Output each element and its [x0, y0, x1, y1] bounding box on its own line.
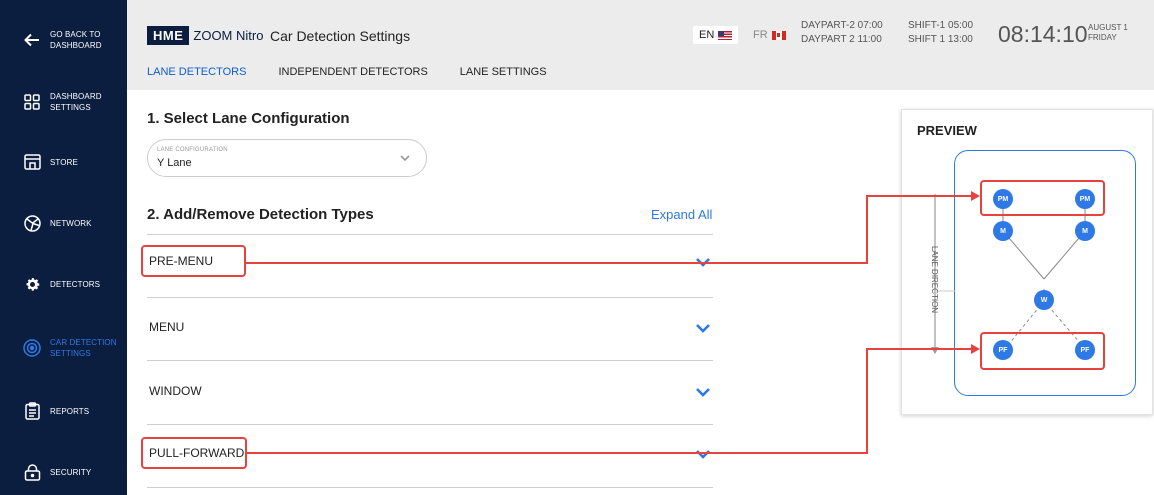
divider — [147, 487, 713, 488]
detection-type-row-menu[interactable]: MENU — [147, 316, 713, 340]
shift-line-1: SHIFT-1 05:00 — [908, 20, 974, 31]
daypart-line-1: DAYPART-2 07:00 — [801, 20, 883, 31]
language-fr-label: FR — [753, 29, 768, 41]
sidebar-item-reports[interactable]: REPORTS — [0, 399, 127, 423]
divider — [147, 297, 713, 298]
shift-schedule: SHIFT-1 05:00 SHIFT 1 13:00 — [908, 19, 973, 47]
clipboard-icon — [22, 401, 42, 421]
sidebar-item-label: DASHBOARD SETTINGS — [50, 92, 102, 112]
zoom-nitro-logo-text: ZOOM Nitro — [193, 28, 264, 43]
detection-type-label: MENU — [149, 320, 185, 334]
node-menu-1: M — [993, 221, 1013, 241]
us-flag-icon — [718, 30, 733, 40]
divider — [147, 234, 713, 235]
dashboard-grid-icon — [22, 92, 42, 112]
daypart-schedule: DAYPART-2 07:00 DAYPART 2 11:00 — [801, 19, 883, 47]
chevron-down-icon[interactable] — [694, 444, 712, 462]
sidebar-item-label: REPORTS — [50, 406, 90, 416]
detection-type-label: WINDOW — [149, 384, 202, 398]
hme-logo-badge: HME — [147, 26, 190, 45]
chevron-down-icon — [398, 151, 412, 165]
language-en-label: EN — [699, 29, 715, 41]
language-fr-button[interactable]: FR — [753, 29, 786, 41]
header: HME ZOOM Nitro Car Detection Settings LA… — [127, 0, 1154, 90]
chevron-down-icon[interactable] — [694, 252, 712, 270]
tab-lane-settings[interactable]: LANE SETTINGS — [460, 66, 547, 84]
language-en-button[interactable]: EN — [693, 26, 739, 44]
divider — [147, 424, 713, 425]
store-icon — [22, 152, 42, 172]
sidebar-item-security[interactable]: SECURITY — [0, 460, 127, 484]
canada-flag-icon — [771, 30, 786, 40]
date-month-day: AUGUST 1 — [1088, 23, 1128, 32]
clock: 08:14:10 — [998, 21, 1088, 47]
car-detection-icon — [22, 338, 42, 358]
sidebar-item-car-detection-settings[interactable]: CAR DETECTION SETTINGS — [0, 334, 127, 362]
lane-configuration-value: Y Lane — [157, 157, 192, 169]
sidebar-item-label: CAR DETECTION SETTINGS — [50, 338, 117, 358]
tab-bar: LANE DETECTORS INDEPENDENT DETECTORS LAN… — [147, 66, 579, 84]
sidebar: GO BACK TO DASHBOARD DASHBOARD SETTINGS … — [0, 0, 127, 495]
network-icon — [22, 213, 42, 233]
lane-configuration-select[interactable]: LANE CONFIGURATION Y Lane — [147, 139, 427, 177]
sidebar-item-store[interactable]: STORE — [0, 150, 127, 174]
sidebar-item-label: DETECTORS — [50, 279, 101, 289]
daypart-line-2: DAYPART 2 11:00 — [801, 34, 882, 45]
section-title-lane-configuration: 1. Select Lane Configuration — [147, 110, 350, 127]
node-menu-2: M — [1075, 221, 1095, 241]
preview-pm-highlight-box — [980, 180, 1105, 216]
preview-pf-highlight-box — [980, 332, 1105, 370]
tab-independent-detectors[interactable]: INDEPENDENT DETECTORS — [278, 66, 427, 84]
chevron-down-icon[interactable] — [694, 382, 712, 400]
lane-direction-label-wrap: LANE DIRECTION — [915, 234, 955, 324]
date: AUGUST 1 FRIDAY — [1088, 23, 1128, 43]
lane-configuration-label: LANE CONFIGURATION — [157, 147, 228, 153]
sidebar-item-go-back[interactable]: GO BACK TO DASHBOARD — [0, 22, 127, 58]
page-title: Car Detection Settings — [270, 28, 411, 44]
gear-icon — [22, 274, 42, 294]
tab-lane-detectors[interactable]: LANE DETECTORS — [147, 66, 246, 84]
expand-all-link[interactable]: Expand All — [651, 207, 712, 222]
detection-type-row-window[interactable]: WINDOW — [147, 380, 713, 404]
hme-logo: HME ZOOM Nitro — [147, 26, 263, 45]
node-window: W — [1034, 290, 1054, 310]
sidebar-item-label: SECURITY — [50, 467, 92, 477]
sidebar-item-network[interactable]: NETWORK — [0, 211, 127, 235]
date-weekday: FRIDAY — [1088, 33, 1117, 42]
sidebar-item-label: GO BACK TO DASHBOARD — [50, 30, 102, 50]
sidebar-item-label: STORE — [50, 157, 78, 167]
sidebar-item-detectors[interactable]: DETECTORS — [0, 272, 127, 296]
sidebar-item-label: NETWORK — [50, 218, 92, 228]
lane-direction-label: LANE DIRECTION — [930, 245, 940, 313]
pre-menu-highlight-box — [141, 245, 246, 277]
section-title-detection-types: 2. Add/Remove Detection Types — [147, 206, 374, 223]
shift-line-2: SHIFT 1 13:00 — [908, 34, 973, 45]
arrow-left-icon — [22, 30, 42, 50]
sidebar-item-dashboard-settings[interactable]: DASHBOARD SETTINGS — [0, 84, 127, 120]
pull-forward-highlight-box — [141, 437, 247, 469]
divider — [147, 360, 713, 361]
chevron-down-icon[interactable] — [694, 318, 712, 336]
lock-icon — [22, 462, 42, 482]
